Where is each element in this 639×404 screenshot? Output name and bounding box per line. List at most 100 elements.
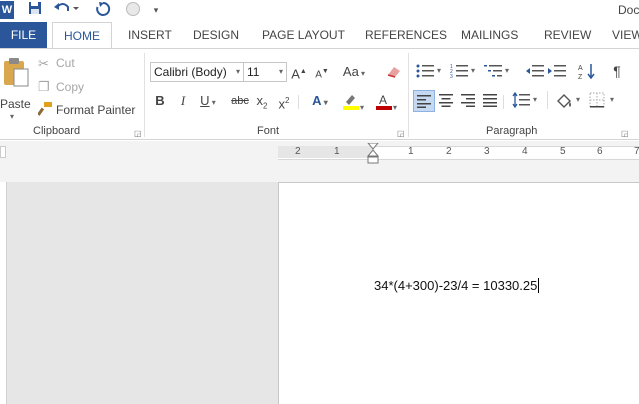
subscript-button[interactable]: x2 [253,92,271,116]
align-right-button[interactable] [461,93,475,107]
clipboard-launcher-icon[interactable]: ◲ [134,129,142,138]
paragraph-launcher-icon[interactable]: ◲ [621,129,629,138]
chevron-down-icon: ▾ [392,103,397,112]
undo-icon[interactable] [52,1,80,19]
touch-mode-icon-svg [126,2,140,16]
justify-button[interactable] [483,93,497,107]
font-color-swatch [375,106,392,110]
highlighter-icon [342,95,359,110]
ruler-number: 2 [295,146,301,157]
font-launcher-icon[interactable]: ◲ [397,129,405,138]
ruler-number: 1 [408,146,414,157]
redo-icon-svg [96,1,111,16]
chevron-down-icon[interactable]: ▾ [236,63,240,81]
save-icon-svg [29,2,41,14]
chevron-down-icon: ▾ [437,66,442,75]
align-right-icon [461,94,475,107]
ribbon-tabs: FILE HOME INSERT DESIGN PAGE LAYOUT REFE… [0,22,639,48]
format-painter-icon [38,102,52,116]
ribbon: Paste ▾ ✂ Cut ❐ Copy Format Painter Clip… [0,48,639,140]
ruler-number: 6 [597,146,603,157]
change-case-icon[interactable]: Aa ▾ [340,63,368,83]
numbering-icon: 123 [450,64,468,80]
tab-page-layout[interactable]: PAGE LAYOUT [262,22,345,48]
separator [503,95,504,109]
increase-indent-icon [548,65,566,77]
sort-button[interactable]: AZ [578,62,598,81]
bullets-button[interactable]: ▾ [416,63,444,81]
shading-button[interactable]: ▾ [555,92,585,110]
bullets-icon [416,64,434,78]
line-spacing-button[interactable]: ▾ [512,91,540,110]
tab-mailings[interactable]: MAILINGS [461,22,518,48]
borders-button[interactable]: ▾ [589,92,619,110]
ruler-number: 1 [334,146,340,157]
line-spacing-icon [512,91,530,109]
align-left-button[interactable] [413,90,435,112]
eraser-icon [387,67,400,78]
italic-button[interactable]: I [175,92,191,110]
show-formatting-marks-button[interactable]: ¶ [608,62,626,80]
chevron-down-icon: ▾ [321,98,328,107]
window-title: Doc [618,3,639,17]
tab-design[interactable]: DESIGN [193,22,239,48]
grow-font-icon[interactable]: A▲ [290,63,308,83]
document-text[interactable]: 34*(4+300)-23/4 = 10330.25 [374,278,540,293]
font-name-combo[interactable]: Calibri (Body) ▾ [150,62,244,82]
tab-review[interactable]: REVIEW [544,22,591,48]
tab-view[interactable]: VIEW [612,22,639,48]
highlight-swatch [342,106,359,110]
grow-arrow-icon: ▲ [299,68,307,75]
word-logo: W [0,1,14,19]
scissors-icon: ✂ [38,56,49,71]
text-effects-button[interactable]: A ▾ [306,92,334,112]
tab-references[interactable]: REFERENCES [365,22,447,48]
chevron-down-icon: ▾ [209,98,216,107]
vertical-ruler[interactable] [0,182,7,404]
tab-home[interactable]: HOME [52,22,112,48]
chevron-down-icon[interactable]: ▾ [279,63,283,81]
svg-text:3: 3 [450,74,453,79]
touch-mode-icon[interactable] [124,1,142,19]
svg-text:A: A [379,93,387,107]
paste-button[interactable]: Paste ▾ [0,55,31,121]
save-icon[interactable] [26,1,44,19]
increase-indent-button[interactable] [548,63,566,81]
chevron-down-icon: ▾ [610,95,615,104]
font-color-button[interactable]: A ▾ [371,92,401,117]
tab-insert[interactable]: INSERT [128,22,172,48]
copy-icon: ❐ [38,79,50,94]
paste-dropdown-icon[interactable]: ▾ [10,112,14,121]
svg-text:Z: Z [578,74,583,80]
sort-icon: AZ [578,64,595,81]
strikethrough-button[interactable]: abc [229,92,251,110]
ruler-number: 2 [446,146,452,157]
center-button[interactable] [439,93,453,107]
shrink-font-glyph: A [315,69,322,81]
numbering-button[interactable]: 1 2 3 ▾ [450,63,478,81]
shrink-font-icon[interactable]: A▼ [313,63,331,84]
tab-file[interactable]: FILE [0,22,47,48]
indent-markers-icon[interactable] [367,143,379,165]
document-page[interactable] [278,182,639,404]
decrease-indent-icon [526,65,544,77]
customize-qat-icon[interactable]: ▾ [150,1,162,19]
grow-font-glyph: A [291,66,300,82]
underline-glyph: U [200,93,210,108]
multilevel-list-button[interactable]: ▾ [484,63,512,81]
chevron-down-icon: ▾ [358,69,366,78]
underline-button[interactable]: U ▾ [196,92,220,112]
chevron-down-icon: ▾ [359,103,364,112]
superscript-mark: 2 [285,96,290,105]
ruler-number: 7 [634,146,639,157]
bold-button[interactable]: B [152,92,168,110]
redo-icon[interactable] [94,1,112,19]
font-size-combo[interactable]: 11 ▾ [243,62,287,82]
clear-formatting-icon[interactable] [385,63,403,84]
superscript-button[interactable]: x2 [275,92,293,113]
tab-selector-icon[interactable] [0,146,6,158]
decrease-indent-button[interactable] [526,63,544,81]
paste-icon [4,58,29,87]
highlight-color-button[interactable]: ▾ [338,92,368,117]
text-cursor [538,278,540,293]
